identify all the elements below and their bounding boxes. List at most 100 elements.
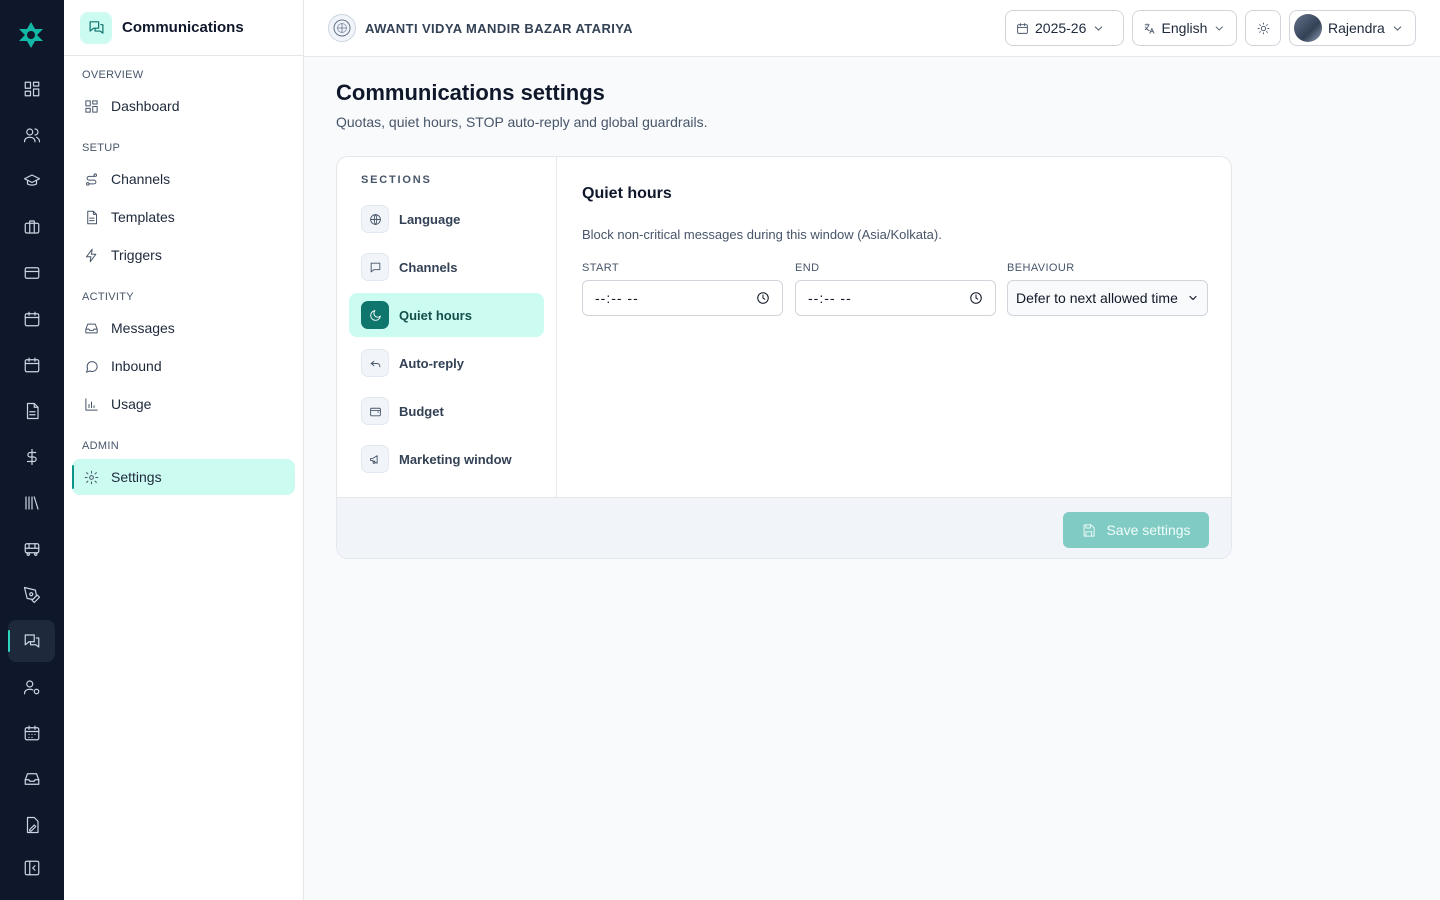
sidebar-item-dashboard[interactable]: Dashboard xyxy=(72,88,295,124)
chat-bubble-icon xyxy=(86,360,98,373)
panel-title: Quiet hours xyxy=(582,185,672,202)
behaviour-label: BEHAVIOUR xyxy=(1007,262,1075,274)
collapse-panel-icon[interactable] xyxy=(8,847,55,889)
page-title: Communications settings xyxy=(336,80,605,105)
save-settings-button[interactable]: Save settings xyxy=(1063,512,1209,548)
dollar-icon[interactable] xyxy=(8,436,55,478)
inbox-tray-icon[interactable] xyxy=(8,758,55,800)
theme-toggle-button[interactable] xyxy=(1245,10,1281,46)
save-settings-label: Save settings xyxy=(1106,522,1191,538)
sidebar-item-label: Triggers xyxy=(111,247,162,263)
sidebar-header: Communications xyxy=(64,0,303,56)
section-quiet-hours[interactable]: Quiet hours xyxy=(349,293,544,337)
route-icon xyxy=(86,172,97,186)
sidebar-item-label: Templates xyxy=(111,209,175,225)
panel-description: Block non-critical messages during this … xyxy=(582,227,942,242)
page-subtitle: Quotas, quiet hours, STOP auto-reply and… xyxy=(336,114,708,130)
library-icon[interactable] xyxy=(8,482,55,524)
sidebar-item-settings[interactable]: Settings xyxy=(72,459,295,495)
bar-chart-icon xyxy=(85,397,98,411)
megaphone-icon xyxy=(361,445,389,473)
translate-icon xyxy=(1144,22,1155,34)
sidebar-item-label: Channels xyxy=(111,171,171,187)
sidebar-item-messages[interactable]: Messages xyxy=(72,310,295,346)
sidebar-title: Communications xyxy=(122,19,244,36)
end-label: END xyxy=(795,262,820,274)
section-label: Language xyxy=(399,211,461,227)
start-time-input[interactable]: --:-- -- xyxy=(582,280,783,316)
calendar-icon[interactable] xyxy=(8,298,55,340)
sidebar-item-label: Dashboard xyxy=(111,98,180,114)
clock-icon[interactable] xyxy=(756,291,770,305)
avatar xyxy=(1294,14,1322,42)
module-sidebar: Communications OVERVIEW Dashboard SETUP … xyxy=(64,0,304,900)
sidebar-item-usage[interactable]: Usage xyxy=(72,386,295,422)
sidebar-item-label: Messages xyxy=(111,320,175,336)
file-edit-icon[interactable] xyxy=(8,804,55,846)
behaviour-value: Defer to next allowed time xyxy=(1016,290,1178,306)
academic-year-selector[interactable]: 2025-26 xyxy=(1005,10,1124,46)
wallet-icon xyxy=(361,397,389,425)
language-selector[interactable]: English xyxy=(1132,10,1237,46)
document-icon[interactable] xyxy=(8,390,55,432)
section-language[interactable]: Language xyxy=(349,197,544,241)
calendar-icon xyxy=(1017,22,1028,34)
calendar-grid-icon[interactable] xyxy=(8,712,55,754)
section-marketing-window[interactable]: Marketing window xyxy=(349,437,544,481)
chevron-down-icon xyxy=(1216,25,1224,31)
sidebar-item-label: Settings xyxy=(111,469,162,485)
user-name: Rajendra xyxy=(1328,20,1385,36)
gear-icon xyxy=(84,470,99,484)
section-label: Quiet hours xyxy=(399,307,472,323)
dashboard-icon xyxy=(85,99,98,113)
sidebar-item-templates[interactable]: Templates xyxy=(72,199,295,235)
bus-icon[interactable] xyxy=(8,528,55,570)
sun-icon xyxy=(1257,22,1269,34)
chevron-down-icon xyxy=(1393,25,1402,31)
save-icon xyxy=(1084,523,1096,537)
moon-icon xyxy=(361,301,389,329)
start-label: START xyxy=(582,262,620,274)
behaviour-select[interactable]: Defer to next allowed time xyxy=(1007,280,1208,316)
language-label: English xyxy=(1161,20,1208,36)
dashboard-icon[interactable] xyxy=(8,68,55,110)
school-identity: AWANTI VIDYA MANDIR BAZAR ATARIYA xyxy=(328,14,633,42)
graduation-cap-icon[interactable] xyxy=(8,160,55,202)
section-label: Channels xyxy=(399,259,458,275)
sidebar-item-channels[interactable]: Channels xyxy=(72,161,295,197)
sidebar-item-triggers[interactable]: Triggers xyxy=(72,237,295,273)
sidebar-item-inbound[interactable]: Inbound xyxy=(72,348,295,384)
app-logo-icon[interactable] xyxy=(16,20,46,50)
message-square-icon xyxy=(361,253,389,281)
section-channels[interactable]: Channels xyxy=(349,245,544,289)
top-bar: AWANTI VIDYA MANDIR BAZAR ATARIYA 2025-2… xyxy=(304,0,1440,57)
school-logo-icon xyxy=(328,14,356,42)
group-label-setup: SETUP xyxy=(82,142,121,154)
end-time-input[interactable]: --:-- -- xyxy=(795,280,996,316)
group-label-overview: OVERVIEW xyxy=(82,69,144,81)
sections-nav: SECTIONS Language Channels Quiet hours A… xyxy=(337,157,557,497)
group-label-activity: ACTIVITY xyxy=(82,291,134,303)
start-time-value: --:-- -- xyxy=(595,290,639,306)
globe-icon xyxy=(361,205,389,233)
app-rail xyxy=(0,0,64,900)
messages-icon[interactable] xyxy=(8,620,55,662)
sidebar-item-label: Inbound xyxy=(111,358,162,374)
section-label: Marketing window xyxy=(399,451,512,467)
section-auto-reply[interactable]: Auto-reply xyxy=(349,341,544,385)
user-menu[interactable]: Rajendra xyxy=(1289,10,1416,46)
clock-icon[interactable] xyxy=(969,291,983,305)
briefcase-icon[interactable] xyxy=(8,206,55,248)
section-label: Auto-reply xyxy=(399,355,464,371)
credit-card-icon[interactable] xyxy=(8,252,55,294)
chevron-down-icon xyxy=(1095,25,1103,31)
academic-year-label: 2025-26 xyxy=(1035,20,1087,36)
section-budget[interactable]: Budget xyxy=(349,389,544,433)
pen-tool-icon[interactable] xyxy=(8,574,55,616)
messages-icon xyxy=(80,11,112,44)
user-cog-icon[interactable] xyxy=(8,666,55,708)
calendar-check-icon[interactable] xyxy=(8,344,55,386)
users-icon[interactable] xyxy=(8,114,55,156)
file-text-icon xyxy=(87,210,97,224)
quiet-hours-panel: Quiet hours Block non-critical messages … xyxy=(558,157,1231,497)
